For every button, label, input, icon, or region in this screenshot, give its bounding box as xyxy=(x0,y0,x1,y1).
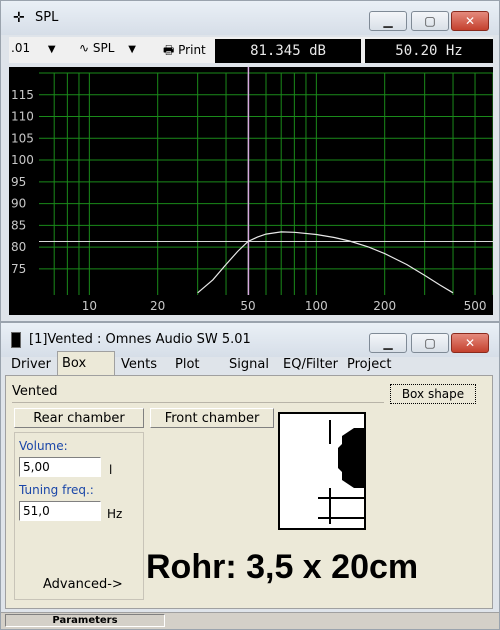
y-tick-label: 115 xyxy=(11,88,34,102)
y-tick-label: 90 xyxy=(11,197,26,211)
spl-minimize-button[interactable]: ▁ xyxy=(369,11,407,31)
status-bar: Parameters xyxy=(1,612,499,629)
box-panel: Vented Box shape Rear chamber Front cham… xyxy=(5,375,493,609)
tuning-freq-unit: Hz xyxy=(107,507,123,521)
spl-window-title: SPL xyxy=(35,10,59,25)
tab-signal[interactable]: Signal xyxy=(225,353,273,375)
x-tick-label: 20 xyxy=(150,299,165,313)
tab-box[interactable]: Box xyxy=(57,351,115,375)
volume-input[interactable]: 5,00 xyxy=(19,457,101,477)
spl-titlebar[interactable]: ✛ SPL ▁ ▢ ✕ xyxy=(1,1,499,35)
minimize-icon: ▁ xyxy=(383,336,393,350)
step-value: .01 xyxy=(11,41,31,55)
vented-close-button[interactable]: ✕ xyxy=(451,333,489,353)
speaker-magnet-icon xyxy=(338,444,342,472)
x-tick-label: 500 xyxy=(464,299,487,313)
volume-label: Volume: xyxy=(19,439,68,453)
tuning-freq-input[interactable]: 51,0 xyxy=(19,501,101,521)
tab-project[interactable]: Project xyxy=(343,353,395,375)
speaker-driver-icon xyxy=(342,428,364,488)
maximize-icon: ▢ xyxy=(424,336,436,350)
tab-plot[interactable]: Plot xyxy=(171,353,204,375)
vent-annotation: Rohr: 3,5 x 20cm xyxy=(146,548,419,586)
vented-window-title: [1]Vented : Omnes Audio SW 5.01 xyxy=(29,332,251,347)
dropdown-arrow-icon: ▼ xyxy=(128,44,136,55)
level-readout: 81.345 dB xyxy=(215,39,361,63)
y-tick-label: 80 xyxy=(11,240,26,254)
box-shape-button[interactable]: Box shape xyxy=(390,384,476,404)
dropdown-arrow-icon: ▼ xyxy=(47,44,56,55)
y-tick-label: 100 xyxy=(11,153,34,167)
vented-maximize-button[interactable]: ▢ xyxy=(411,333,449,353)
print-label: Print xyxy=(178,43,206,57)
advanced-link[interactable]: Advanced-> xyxy=(43,577,123,592)
x-tick-label: 200 xyxy=(373,299,396,313)
x-tick-label: 100 xyxy=(305,299,328,313)
rear-chamber-button[interactable]: Rear chamber xyxy=(14,408,144,428)
spl-close-button[interactable]: ✕ xyxy=(451,11,489,31)
crosshair-icon: ✛ xyxy=(13,10,25,26)
y-tick-label: 85 xyxy=(11,218,26,232)
spl-chart-svg: 75 80 85 90 95 100 105 110 115 10 20 50 100 200 500 xyxy=(11,67,494,313)
print-button[interactable]: 🖶 Print xyxy=(163,41,206,62)
box-type-label: Vented xyxy=(12,384,384,403)
app-icon xyxy=(11,332,21,348)
minimize-icon: ▁ xyxy=(383,14,393,28)
tab-eq-filter[interactable]: EQ/Filter xyxy=(279,353,342,375)
box-diagram-svg xyxy=(318,420,364,524)
close-icon: ✕ xyxy=(464,336,476,350)
spl-maximize-button[interactable]: ▢ xyxy=(411,11,449,31)
y-tick-label: 110 xyxy=(11,110,34,124)
parameters-group: Volume: 5,00 l Tuning freq.: 51,0 Hz Adv… xyxy=(14,432,144,600)
spl-window: ✛ SPL ▁ ▢ ✕ .01 ▼ ∿ SPL ▼ 🖶 Print 81.345… xyxy=(0,0,500,322)
tab-driver[interactable]: Driver xyxy=(7,353,55,375)
close-icon: ✕ xyxy=(464,14,476,28)
wave-icon: ∿ xyxy=(79,41,90,55)
tuning-freq-label: Tuning freq.: xyxy=(19,483,94,497)
mode-label: SPL xyxy=(92,41,115,55)
front-chamber-button[interactable]: Front chamber xyxy=(150,408,274,428)
step-select[interactable]: .01 ▼ xyxy=(11,41,56,55)
x-tick-label: 50 xyxy=(240,299,255,313)
spl-toolbar: .01 ▼ ∿ SPL ▼ 🖶 Print 81.345 dB 50.20 Hz xyxy=(9,37,493,63)
maximize-icon: ▢ xyxy=(424,14,436,28)
volume-unit: l xyxy=(109,463,113,477)
vented-window: [1]Vented : Omnes Audio SW 5.01 ▁ ▢ ✕ Dr… xyxy=(0,322,500,630)
printer-icon: 🖶 xyxy=(163,43,175,57)
y-tick-label: 75 xyxy=(11,262,26,276)
frequency-readout: 50.20 Hz xyxy=(365,39,493,63)
status-parameters: Parameters xyxy=(5,614,165,627)
spl-chart[interactable]: 75 80 85 90 95 100 105 110 115 10 20 50 100 200 500 xyxy=(9,67,494,315)
tab-vents[interactable]: Vents xyxy=(117,353,161,375)
y-tick-label: 105 xyxy=(11,131,34,145)
box-diagram xyxy=(278,412,366,530)
x-tick-label: 10 xyxy=(82,299,97,313)
vented-minimize-button[interactable]: ▁ xyxy=(369,333,407,353)
mode-select[interactable]: ∿ SPL ▼ xyxy=(79,41,136,55)
y-tick-label: 95 xyxy=(11,175,26,189)
